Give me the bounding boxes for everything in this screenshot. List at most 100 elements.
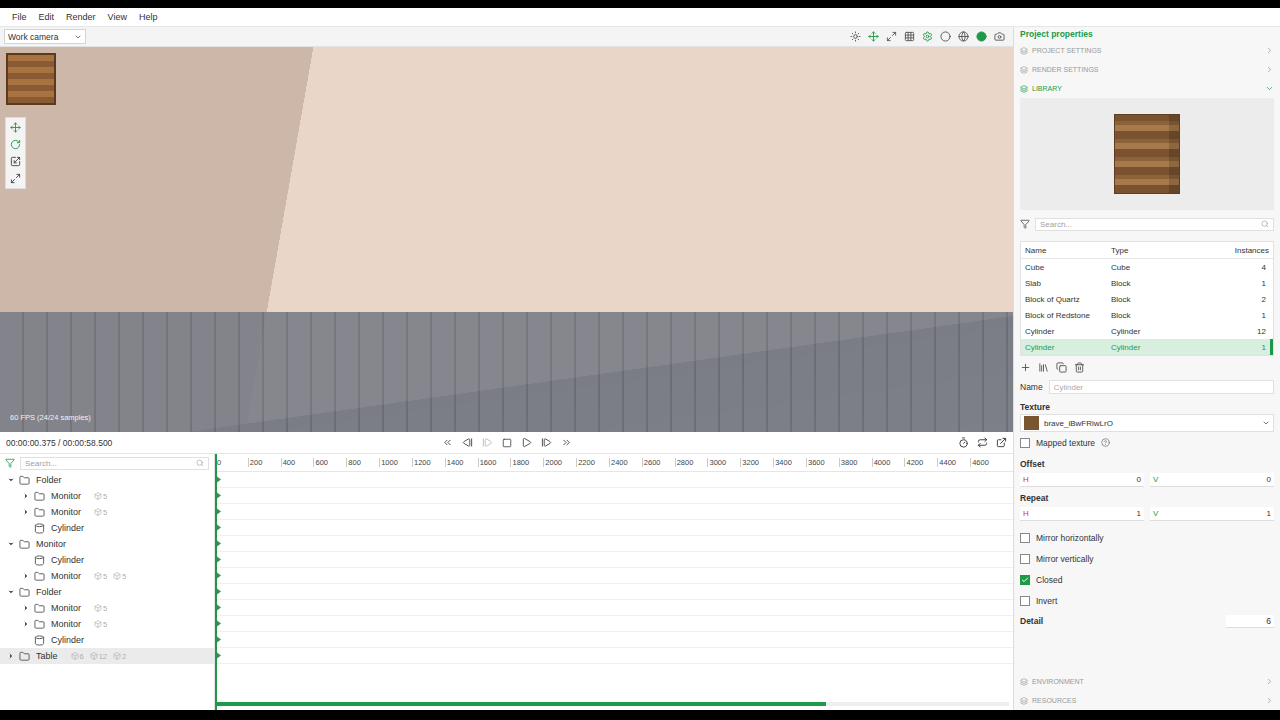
track-row[interactable] bbox=[215, 536, 1013, 552]
duplicate-icon[interactable] bbox=[1056, 362, 1067, 373]
menu-item[interactable]: Render bbox=[66, 12, 96, 22]
expand-toggle[interactable] bbox=[6, 652, 16, 660]
expand-toggle[interactable] bbox=[21, 492, 31, 500]
tree-row[interactable]: Monitor5 bbox=[0, 600, 214, 616]
stop-icon[interactable] bbox=[502, 438, 512, 448]
column-header[interactable]: Type bbox=[1111, 246, 1197, 255]
step-back-icon[interactable] bbox=[462, 437, 473, 448]
add-icon[interactable] bbox=[1020, 362, 1031, 373]
menu-item[interactable]: File bbox=[12, 12, 27, 22]
menu-item[interactable]: Edit bbox=[39, 12, 55, 22]
track-row[interactable] bbox=[215, 488, 1013, 504]
number-field[interactable]: H1 bbox=[1020, 507, 1144, 521]
table-row[interactable]: CubeCube4 bbox=[1021, 259, 1273, 275]
fast-forward-icon[interactable] bbox=[561, 437, 572, 448]
time-ruler[interactable]: 0200400600800100012001400160018002000220… bbox=[215, 454, 1013, 472]
table-row[interactable]: Block of QuartzBlock2 bbox=[1021, 291, 1273, 307]
checkbox-row[interactable]: Mapped texture bbox=[1020, 432, 1274, 453]
filter-icon[interactable] bbox=[5, 458, 15, 468]
column-header[interactable]: Instances bbox=[1197, 246, 1269, 255]
tree-row[interactable]: Monitor5 bbox=[0, 616, 214, 632]
table-row[interactable]: CylinderCylinder12 bbox=[1021, 323, 1273, 339]
import-icon[interactable] bbox=[1038, 362, 1049, 373]
section-header[interactable]: PROJECT SETTINGS bbox=[1020, 41, 1274, 60]
camera-select[interactable]: Work camera bbox=[4, 29, 86, 44]
texture-select[interactable]: brave_iBwFRiwLrO bbox=[1020, 414, 1274, 432]
render-icon[interactable] bbox=[976, 31, 987, 42]
circle-icon[interactable] bbox=[940, 31, 951, 42]
library-search-field[interactable]: Search... bbox=[1035, 218, 1274, 231]
tree-row[interactable]: Monitor55 bbox=[0, 568, 214, 584]
playhead[interactable] bbox=[215, 454, 217, 710]
track-row[interactable] bbox=[215, 552, 1013, 568]
checkbox[interactable] bbox=[1020, 533, 1030, 543]
track-row[interactable] bbox=[215, 648, 1013, 664]
expand-toggle[interactable] bbox=[21, 620, 31, 628]
tree-row[interactable]: Cylinder bbox=[0, 552, 214, 568]
tree-row[interactable]: Monitor5 bbox=[0, 488, 214, 504]
tree-row[interactable]: Table6122 bbox=[0, 648, 214, 664]
checkbox[interactable] bbox=[1020, 438, 1030, 448]
rewind-icon[interactable] bbox=[442, 437, 453, 448]
filter-icon[interactable] bbox=[1020, 219, 1030, 229]
name-input[interactable]: Cylinder bbox=[1049, 380, 1274, 394]
crafting-table-icon[interactable] bbox=[6, 53, 56, 105]
tree-row[interactable]: Cylinder bbox=[0, 632, 214, 648]
number-field[interactable]: V0 bbox=[1150, 473, 1274, 487]
settings-icon[interactable] bbox=[922, 31, 933, 42]
section-header[interactable]: LIBRARY bbox=[1020, 79, 1274, 98]
tree-search-field[interactable]: Search... bbox=[20, 457, 209, 470]
trash-icon[interactable] bbox=[1074, 362, 1085, 373]
move-icon[interactable] bbox=[10, 122, 21, 133]
menu-item[interactable]: View bbox=[108, 12, 127, 22]
expand-toggle[interactable] bbox=[6, 588, 16, 596]
expand-toggle[interactable] bbox=[21, 604, 31, 612]
camera-icon[interactable] bbox=[994, 31, 1005, 42]
checkbox[interactable] bbox=[1020, 575, 1030, 585]
play-icon[interactable] bbox=[521, 437, 532, 448]
checkbox-row[interactable]: Closed bbox=[1020, 569, 1274, 590]
expand-toggle[interactable] bbox=[6, 540, 16, 548]
checkbox[interactable] bbox=[1020, 596, 1030, 606]
number-field[interactable]: H0 bbox=[1020, 473, 1144, 487]
track-row[interactable] bbox=[215, 520, 1013, 536]
next-icon[interactable] bbox=[482, 437, 493, 448]
section-header[interactable]: RESOURCES bbox=[1020, 691, 1274, 710]
expand-toggle[interactable] bbox=[6, 476, 16, 484]
expand-toggle[interactable] bbox=[21, 572, 31, 580]
track-row[interactable] bbox=[215, 568, 1013, 584]
track-row[interactable] bbox=[215, 584, 1013, 600]
track-row[interactable] bbox=[215, 504, 1013, 520]
track-row[interactable] bbox=[215, 600, 1013, 616]
timeline-scrollbar[interactable] bbox=[215, 702, 1009, 706]
table-row[interactable]: SlabBlock1 bbox=[1021, 275, 1273, 291]
tree-row[interactable]: Monitor5 bbox=[0, 504, 214, 520]
checkbox-row[interactable]: Mirror vertically bbox=[1020, 548, 1274, 569]
table-row[interactable]: CylinderCylinder1 bbox=[1021, 339, 1273, 355]
expand-toggle[interactable] bbox=[21, 508, 31, 516]
section-header[interactable]: RENDER SETTINGS bbox=[1020, 60, 1274, 79]
column-header[interactable]: Name bbox=[1025, 246, 1111, 255]
rotate-icon[interactable] bbox=[10, 139, 21, 150]
track-row[interactable] bbox=[215, 632, 1013, 648]
tree-row[interactable]: Folder bbox=[0, 584, 214, 600]
tree-row[interactable]: Cylinder bbox=[0, 520, 214, 536]
table-row[interactable]: Block of RedstoneBlock1 bbox=[1021, 307, 1273, 323]
loop-icon[interactable] bbox=[977, 437, 988, 448]
tree-row[interactable]: Monitor bbox=[0, 536, 214, 552]
bend-icon[interactable] bbox=[10, 173, 21, 184]
step-forward-icon[interactable] bbox=[541, 437, 552, 448]
globe-icon[interactable] bbox=[958, 31, 969, 42]
viewport[interactable]: 60 FPS (24/24 samples) bbox=[0, 47, 1013, 432]
tree-row[interactable]: Folder bbox=[0, 472, 214, 488]
scrollbar-thumb[interactable] bbox=[215, 702, 826, 706]
checkbox-row[interactable]: Invert bbox=[1020, 590, 1274, 611]
scale-icon[interactable] bbox=[10, 156, 21, 167]
help-icon[interactable] bbox=[1101, 438, 1110, 447]
resize-icon[interactable] bbox=[886, 31, 897, 42]
track-row[interactable] bbox=[215, 616, 1013, 632]
number-field[interactable]: V1 bbox=[1150, 507, 1274, 521]
move-icon[interactable] bbox=[868, 31, 879, 42]
track-row[interactable] bbox=[215, 472, 1013, 488]
checkbox[interactable] bbox=[1020, 554, 1030, 564]
